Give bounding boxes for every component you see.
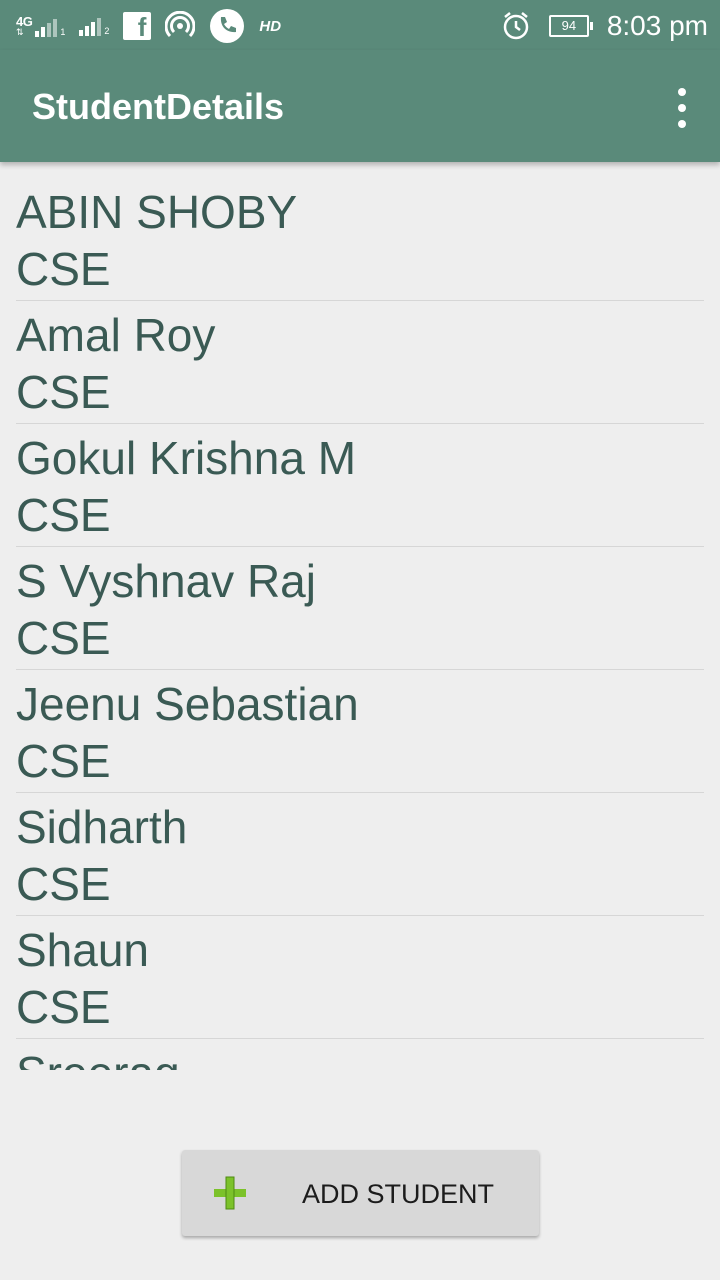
list-item[interactable]: ABIN SHOBY CSE bbox=[16, 178, 704, 301]
student-dept: CSE bbox=[16, 489, 111, 541]
plus-icon bbox=[214, 1176, 246, 1210]
student-dept: CSE bbox=[16, 366, 111, 418]
signal-icon bbox=[79, 16, 102, 36]
clock: 8:03 pm bbox=[606, 10, 708, 41]
student-name: S Vyshnav Raj bbox=[16, 555, 316, 607]
alarm-icon bbox=[503, 12, 529, 40]
app-bar: StudentDetails bbox=[0, 50, 720, 162]
student-name: Gokul Krishna M bbox=[16, 432, 357, 484]
signal-icon bbox=[35, 17, 58, 37]
student-dept: CSE bbox=[16, 243, 111, 295]
battery-icon: 94 bbox=[548, 15, 593, 37]
hd-label: HD bbox=[259, 17, 282, 35]
list-item[interactable]: Sidharth CSE bbox=[16, 793, 704, 916]
list-item[interactable]: Gokul Krishna M CSE bbox=[16, 424, 704, 547]
student-dept: CSE bbox=[16, 612, 111, 664]
status-bar: 4G ⇅ 1 2 f HD 94 8:03 pm bbox=[0, 0, 720, 50]
student-name: Sreerag bbox=[16, 1045, 704, 1070]
student-dept: CSE bbox=[16, 981, 111, 1033]
student-name: ABIN SHOBY bbox=[16, 186, 298, 238]
app-title: StudentDetails bbox=[32, 86, 285, 127]
sim2-label: 2 bbox=[104, 26, 110, 36]
student-name: Sidharth bbox=[16, 801, 188, 853]
list-item[interactable]: Amal Roy CSE bbox=[16, 301, 704, 424]
data-arrows-icon: ⇅ bbox=[16, 27, 24, 37]
add-student-button[interactable]: ADD STUDENT bbox=[182, 1150, 539, 1236]
student-name: Shaun bbox=[16, 924, 150, 976]
student-dept: CSE bbox=[16, 735, 111, 787]
list-item[interactable]: Sreerag bbox=[16, 1039, 704, 1070]
add-student-label: ADD STUDENT bbox=[302, 1179, 495, 1209]
student-list[interactable]: ABIN SHOBY CSE Amal Roy CSE Gokul Krishn… bbox=[16, 178, 704, 1070]
list-item[interactable]: S Vyshnav Raj CSE bbox=[16, 547, 704, 670]
sim2-signal: 2 bbox=[79, 16, 109, 36]
student-name: Amal Roy bbox=[16, 309, 216, 361]
student-dept: CSE bbox=[16, 858, 111, 910]
student-name: Jeenu Sebastian bbox=[16, 678, 359, 730]
facebook-icon: f bbox=[123, 12, 152, 40]
sim1-signal: 4G ⇅ 1 bbox=[16, 15, 65, 37]
list-item[interactable]: Jeenu Sebastian CSE bbox=[16, 670, 704, 793]
list-item[interactable]: Shaun CSE bbox=[16, 916, 704, 1039]
sim1-label: 1 bbox=[60, 27, 66, 37]
more-vert-icon[interactable] bbox=[674, 88, 690, 128]
hotspot-icon bbox=[165, 11, 196, 38]
phone-icon bbox=[210, 9, 245, 43]
